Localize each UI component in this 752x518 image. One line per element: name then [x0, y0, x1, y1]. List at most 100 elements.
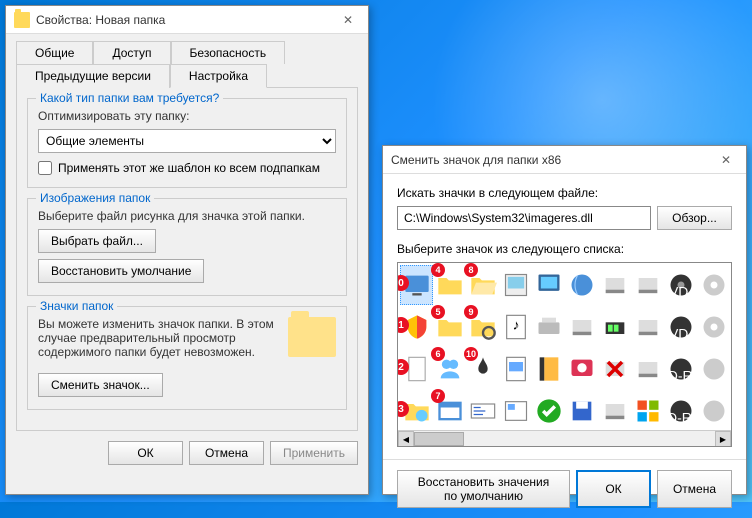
- system-icon: DVD-R: [667, 313, 695, 341]
- system-icon: [634, 397, 662, 425]
- svg-text:DVD-R: DVD-R: [667, 326, 695, 341]
- system-icon: [469, 397, 497, 425]
- optimize-combo[interactable]: Общие элементы: [38, 129, 336, 153]
- optimize-label: Оптимизировать эту папку:: [38, 109, 336, 123]
- scroll-left-icon[interactable]: ◀: [398, 431, 414, 447]
- system-icon: [601, 271, 629, 299]
- icon-item[interactable]: DVD-ROM: [664, 391, 697, 431]
- icon-item[interactable]: [697, 391, 730, 431]
- cancel-button[interactable]: Отмена: [657, 470, 732, 508]
- icon-path-input[interactable]: [397, 206, 651, 230]
- restore-defaults-button[interactable]: Восстановить значения по умолчанию: [397, 470, 570, 508]
- icon-item[interactable]: [499, 265, 532, 305]
- svg-text:DVD-ROM: DVD-ROM: [667, 410, 695, 425]
- annotation-marker: 8: [464, 263, 478, 277]
- tab-access[interactable]: Доступ: [93, 41, 170, 64]
- svg-text:DVD-RAM: DVD-RAM: [667, 368, 695, 383]
- icon-item[interactable]: [532, 265, 565, 305]
- ok-button[interactable]: ОК: [108, 441, 183, 465]
- system-icon: [634, 313, 662, 341]
- system-icon: [700, 271, 728, 299]
- icon-item[interactable]: [631, 391, 664, 431]
- tab-previous-versions[interactable]: Предыдущие версии: [16, 64, 170, 88]
- folder-type-group: Какой тип папки вам требуется? Оптимизир…: [27, 98, 347, 188]
- icon-item[interactable]: [697, 349, 730, 389]
- apply-button[interactable]: Применить: [270, 441, 358, 465]
- icon-item[interactable]: [532, 391, 565, 431]
- icon-item[interactable]: [565, 391, 598, 431]
- icon-item[interactable]: [565, 307, 598, 347]
- icon-item[interactable]: [697, 307, 730, 347]
- titlebar[interactable]: Сменить значок для папки x86 ✕: [383, 146, 746, 174]
- icon-item[interactable]: [631, 349, 664, 389]
- icon-item[interactable]: DVD-R: [664, 265, 697, 305]
- tab-general[interactable]: Общие: [16, 41, 93, 64]
- icon-item[interactable]: [565, 265, 598, 305]
- icon-item[interactable]: [466, 391, 499, 431]
- system-icon: [601, 313, 629, 341]
- system-icon: [601, 397, 629, 425]
- annotation-marker: 9: [464, 305, 478, 319]
- tabs: Общие Доступ Безопасность Предыдущие вер…: [6, 34, 368, 87]
- icon-item[interactable]: 9: [466, 307, 499, 347]
- annotation-marker: 7: [431, 389, 445, 403]
- icon-item[interactable]: [631, 265, 664, 305]
- images-desc: Выберите файл рисунка для значка этой па…: [38, 209, 336, 223]
- system-icon: [568, 313, 596, 341]
- annotation-marker: 4: [431, 263, 445, 277]
- annotation-marker: 5: [431, 305, 445, 319]
- icon-item[interactable]: DVD-R: [664, 307, 697, 347]
- icon-item[interactable]: [598, 391, 631, 431]
- dialog-body: Искать значки в следующем файле: Обзор..…: [383, 174, 746, 459]
- icon-item[interactable]: [499, 349, 532, 389]
- icon-item[interactable]: 4: [433, 265, 466, 305]
- icon-item[interactable]: [499, 391, 532, 431]
- icon-item[interactable]: [598, 265, 631, 305]
- ok-button[interactable]: ОК: [576, 470, 651, 508]
- system-icon: [502, 271, 530, 299]
- apply-checkbox-input[interactable]: [38, 161, 52, 175]
- cancel-button[interactable]: Отмена: [189, 441, 264, 465]
- change-icon-dialog: Сменить значок для папки x86 ✕ Искать зн…: [382, 145, 747, 495]
- close-button[interactable]: ✕: [328, 6, 368, 34]
- icon-list[interactable]: 0 1 2 3 48DVD-R59♪DVD-R610DVD-RAM7DVD-RO…: [397, 262, 732, 447]
- change-icon-button[interactable]: Сменить значок...: [38, 373, 163, 397]
- scroll-right-icon[interactable]: ▶: [715, 431, 731, 447]
- icon-item[interactable]: DVD-RAM: [664, 349, 697, 389]
- icon-item[interactable]: [532, 307, 565, 347]
- icon-item[interactable]: 6: [433, 349, 466, 389]
- browse-button[interactable]: Обзор...: [657, 206, 732, 230]
- system-icon: [700, 355, 728, 383]
- icon-item[interactable]: 10: [466, 349, 499, 389]
- choose-file-button[interactable]: Выбрать файл...: [38, 229, 156, 253]
- icon-item[interactable]: ♪: [499, 307, 532, 347]
- group-title: Какой тип папки вам требуется?: [36, 91, 223, 105]
- restore-default-button[interactable]: Восстановить умолчание: [38, 259, 204, 283]
- icon-item[interactable]: [598, 349, 631, 389]
- apply-template-checkbox[interactable]: Применять этот же шаблон ко всем подпапк…: [38, 161, 336, 175]
- icon-item[interactable]: [598, 307, 631, 347]
- svg-text:♪: ♪: [512, 316, 519, 332]
- icon-item[interactable]: 7: [433, 391, 466, 431]
- icon-item[interactable]: [532, 349, 565, 389]
- close-button[interactable]: ✕: [706, 146, 746, 174]
- titlebar[interactable]: Свойства: Новая папка ✕: [6, 6, 368, 34]
- dialog-footer: Восстановить значения по умолчанию ОК От…: [383, 459, 746, 518]
- icon-item[interactable]: [697, 265, 730, 305]
- icon-item[interactable]: [565, 349, 598, 389]
- horizontal-scrollbar[interactable]: ◀ ▶: [398, 430, 731, 446]
- system-icon: [568, 355, 596, 383]
- icon-item[interactable]: [631, 307, 664, 347]
- icon-item[interactable]: 5: [433, 307, 466, 347]
- system-icon: DVD-ROM: [667, 397, 695, 425]
- tab-customize[interactable]: Настройка: [170, 64, 267, 88]
- system-icon: [568, 271, 596, 299]
- system-icon: [634, 355, 662, 383]
- icon-item[interactable]: 8: [466, 265, 499, 305]
- dialog-buttons: ОК Отмена Применить: [6, 431, 368, 475]
- system-icon: DVD-RAM: [667, 355, 695, 383]
- annotation-marker: 10: [464, 347, 478, 361]
- tab-security[interactable]: Безопасность: [171, 41, 286, 64]
- folder-images-group: Изображения папок Выберите файл рисунка …: [27, 198, 347, 296]
- scroll-thumb[interactable]: [414, 432, 464, 446]
